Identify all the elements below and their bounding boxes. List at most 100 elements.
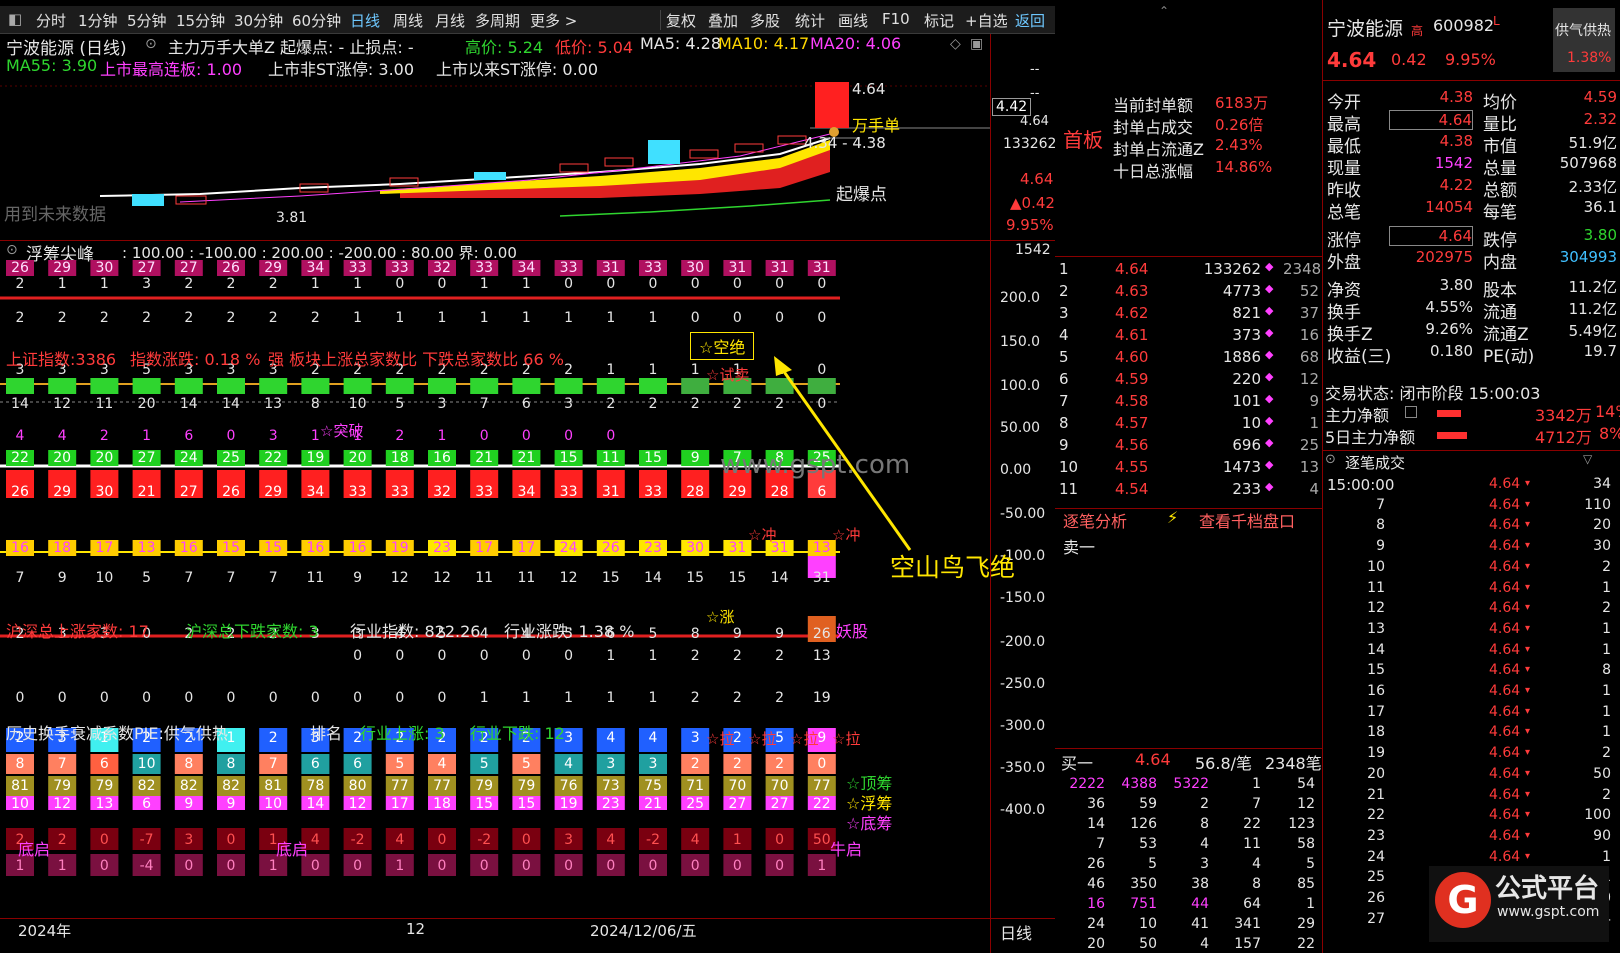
level-diamond-icon: ◆ bbox=[1265, 392, 1274, 405]
indicator-value: 26 bbox=[11, 484, 29, 500]
indicator-value: 0 bbox=[775, 310, 785, 326]
indicator-value: 15 bbox=[601, 570, 620, 586]
indicator-value: 9 bbox=[775, 626, 785, 642]
queue-value: 10 bbox=[1139, 916, 1157, 932]
bottom-value: -2 bbox=[477, 832, 492, 848]
date-period[interactable]: 日线 bbox=[1000, 920, 1032, 944]
rank-value: 81 bbox=[11, 778, 29, 794]
tag-niuqi: 牛启 bbox=[830, 840, 863, 859]
indicator-collapse-icon[interactable]: ⊙ bbox=[6, 242, 18, 258]
bottom-value: 0 bbox=[479, 858, 489, 874]
rank-value: 4 bbox=[606, 730, 616, 746]
indicator-value: 24 bbox=[559, 540, 578, 556]
seal-value: 2.43% bbox=[1215, 136, 1263, 154]
queue-value: 4 bbox=[1252, 856, 1261, 872]
rank-value: 75 bbox=[644, 778, 662, 794]
green-small-bar bbox=[470, 378, 499, 394]
main-net-icon[interactable] bbox=[1405, 406, 1417, 418]
window-icon[interactable]: ▣ bbox=[970, 36, 983, 52]
indicator-value: 2 bbox=[184, 276, 194, 292]
settings-diamond-icon[interactable]: ◇ bbox=[950, 36, 961, 52]
level-count: 52 bbox=[1299, 282, 1319, 300]
tick-price: 4.64 bbox=[1489, 703, 1521, 720]
indicator-value: 29 bbox=[264, 484, 283, 500]
rank-value: 4 bbox=[648, 730, 658, 746]
tick-price: 4.64 bbox=[1489, 724, 1521, 741]
ticks-time: 15:00:00 bbox=[1327, 476, 1395, 494]
queue-value: 46 bbox=[1087, 876, 1105, 892]
indicator-value: 15 bbox=[686, 570, 705, 586]
rank-value: 10 bbox=[264, 796, 283, 812]
queue-value: 53 bbox=[1139, 836, 1157, 852]
tick-price: 4.64 bbox=[1489, 683, 1521, 699]
qibao-label: 起爆点 bbox=[836, 185, 887, 205]
queue-value: 157 bbox=[1234, 936, 1261, 952]
indicator-value: 7 bbox=[184, 570, 194, 586]
high-tag: 高 bbox=[1411, 24, 1424, 38]
green-small-bar bbox=[90, 378, 119, 394]
industry-down-count: 行业下跌: 12 bbox=[470, 724, 565, 743]
tag-la-4: ☆拉 bbox=[832, 730, 861, 748]
indicator-value: 32 bbox=[433, 260, 451, 276]
tab-tick-analysis[interactable]: 逐笔分析 bbox=[1063, 508, 1127, 532]
rank-value: 7 bbox=[268, 756, 278, 772]
indicator-value: 31 bbox=[728, 260, 747, 276]
indicator-value: 14 bbox=[770, 570, 789, 586]
tab-thousand-level[interactable]: 查看千档盘口 bbox=[1199, 508, 1295, 532]
quote-value: 4.55% bbox=[1425, 298, 1473, 316]
seal-label: 当前封单额 bbox=[1113, 96, 1194, 115]
green-small-bar bbox=[217, 378, 245, 394]
rank-value: 4 bbox=[437, 756, 447, 772]
axis-volume: 133262 bbox=[1003, 136, 1057, 152]
indicator-value: 1 bbox=[648, 310, 658, 326]
wanshou-label: 万手单 bbox=[852, 116, 901, 135]
level-count: 68 bbox=[1299, 348, 1319, 366]
ticks-collapse-icon[interactable]: ⊙ bbox=[1325, 452, 1336, 467]
expand-up-icon[interactable]: ⌃ bbox=[1159, 4, 1169, 18]
rank-value: 21 bbox=[644, 796, 662, 812]
tick-time: 21 bbox=[1367, 786, 1385, 803]
rank-value: 70 bbox=[770, 778, 789, 794]
tick-time: 11 bbox=[1367, 579, 1385, 596]
rank-value: 82 bbox=[179, 778, 198, 794]
rank-value: 13 bbox=[95, 796, 114, 812]
axis-tick: -50.00 bbox=[1000, 506, 1046, 522]
level-index: 6 bbox=[1059, 370, 1069, 388]
quote-value: 507968 bbox=[1559, 154, 1617, 172]
axis-tick: 0.00 bbox=[1000, 462, 1032, 478]
ticks-filter-icon[interactable]: ▽ bbox=[1583, 452, 1592, 466]
net5-value: 4712万 bbox=[1535, 428, 1592, 447]
rank-value: 6 bbox=[99, 756, 109, 772]
industry-change: 行业涨跌: 1.38 % bbox=[504, 622, 635, 641]
green-small-bar bbox=[385, 378, 414, 394]
queue-value: 123 bbox=[1288, 816, 1315, 832]
indicator-value: 15 bbox=[264, 540, 283, 556]
indicator-value: 2 bbox=[226, 310, 236, 326]
bottom-value: 0 bbox=[648, 858, 658, 874]
indicator-value: 0 bbox=[564, 428, 574, 444]
indicator-value: 34 bbox=[306, 260, 325, 276]
quote-value: 4.38 bbox=[1439, 88, 1473, 106]
kline-chart-area[interactable]: 宁波能源 (日线) ⊙ 主力万手大单Z 起爆点: - 止损点: - 高价: 5.… bbox=[0, 0, 1057, 953]
annotation-arrow bbox=[774, 356, 912, 551]
indicator-value: 0 bbox=[521, 648, 531, 664]
level-index: 11 bbox=[1059, 480, 1079, 498]
indicator-value: 14 bbox=[222, 396, 240, 412]
collapse-icon[interactable]: ⊙ bbox=[145, 36, 157, 52]
level-index: 1 bbox=[1059, 260, 1069, 278]
tick-volume: 1 bbox=[1602, 641, 1611, 658]
green-small-bar bbox=[6, 378, 34, 394]
level-diamond-icon: ◆ bbox=[1265, 282, 1274, 295]
sector-name[interactable]: 供气供热 bbox=[1555, 20, 1611, 40]
indicator-value: 21 bbox=[137, 484, 156, 500]
axis-price-red: 4.64 bbox=[1020, 170, 1054, 188]
price-low-label: 3.81 bbox=[276, 210, 308, 226]
bottom-value: 1 bbox=[57, 858, 67, 874]
tick-price: 4.64 bbox=[1489, 496, 1521, 513]
seal-label: 封单占流通Z bbox=[1113, 140, 1204, 159]
indicator-value: 2 bbox=[775, 648, 785, 664]
rank-value: 9 bbox=[226, 796, 236, 812]
indicator-value: 15 bbox=[644, 450, 662, 466]
tick-time: 24 bbox=[1367, 848, 1385, 865]
indicator-value: 3 bbox=[142, 276, 152, 292]
